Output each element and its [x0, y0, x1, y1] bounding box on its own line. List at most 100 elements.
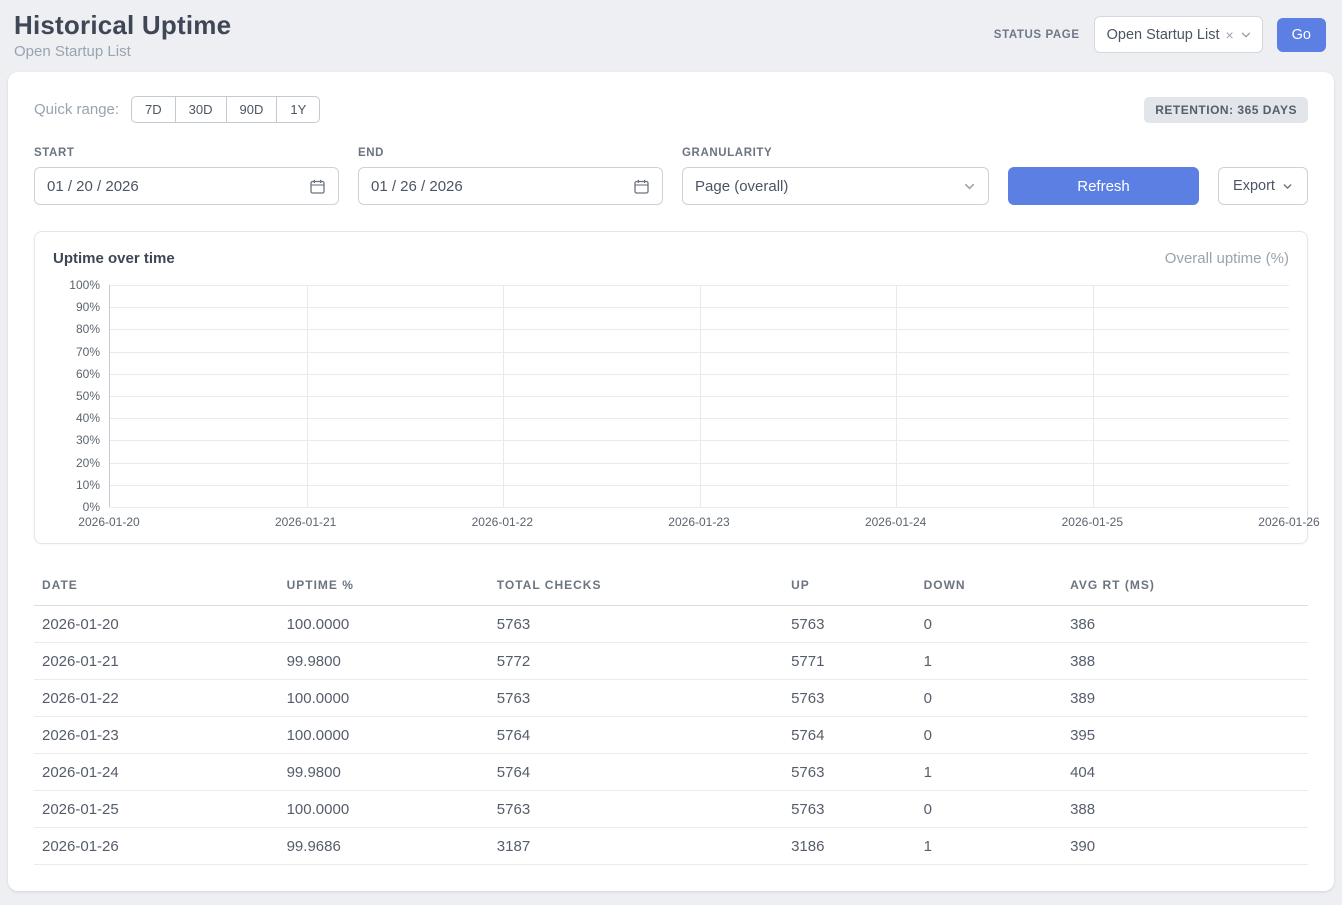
- granularity-field: GRANULARITY Page (overall): [682, 147, 989, 205]
- table-header-cell: UPTIME %: [279, 570, 489, 606]
- table-cell: 5764: [783, 717, 915, 754]
- y-tick-label: 40%: [76, 411, 100, 425]
- table-cell: 390: [1062, 828, 1308, 865]
- table-cell: 99.9800: [279, 643, 489, 680]
- table-row: 2026-01-22100.0000576357630389: [34, 680, 1308, 717]
- x-tick-label: 2026-01-25: [1062, 515, 1123, 529]
- table-cell: 1: [916, 754, 1063, 791]
- end-date-value: 01 / 26 / 2026: [371, 178, 463, 195]
- refresh-button[interactable]: Refresh: [1008, 167, 1199, 205]
- table-cell: 5763: [489, 606, 783, 643]
- chevron-down-icon: [963, 180, 976, 193]
- go-button[interactable]: Go: [1277, 18, 1326, 52]
- granularity-label: GRANULARITY: [682, 147, 989, 159]
- chart-title: Uptime over time: [53, 250, 175, 267]
- table-row: 2026-01-23100.0000576457640395: [34, 717, 1308, 754]
- start-date-value: 01 / 20 / 2026: [47, 178, 139, 195]
- table-cell: 2026-01-26: [34, 828, 279, 865]
- calendar-icon[interactable]: [633, 178, 650, 195]
- table-row: 2026-01-20100.0000576357630386: [34, 606, 1308, 643]
- end-field: END 01 / 26 / 2026: [358, 147, 663, 205]
- y-tick-label: 30%: [76, 433, 100, 447]
- chart-plot: [109, 285, 1289, 507]
- status-page-value: Open Startup List: [1107, 27, 1220, 43]
- y-tick-label: 70%: [76, 345, 100, 359]
- table-cell: 5763: [783, 606, 915, 643]
- quick-range-group: 7D30D90D1Y: [131, 96, 320, 123]
- y-tick-label: 0%: [83, 500, 100, 514]
- start-date-input[interactable]: 01 / 20 / 2026: [34, 167, 339, 205]
- granularity-value: Page (overall): [695, 178, 788, 195]
- gridline-v: [1093, 285, 1094, 507]
- table-cell: 100.0000: [279, 791, 489, 828]
- end-date-input[interactable]: 01 / 26 / 2026: [358, 167, 663, 205]
- retention-badge: RETENTION: 365 DAYS: [1144, 97, 1308, 123]
- table-cell: 388: [1062, 643, 1308, 680]
- quick-range-1y[interactable]: 1Y: [276, 96, 320, 123]
- quick-range-30d[interactable]: 30D: [175, 96, 227, 123]
- x-tick-label: 2026-01-21: [275, 515, 336, 529]
- calendar-icon[interactable]: [309, 178, 326, 195]
- y-tick-label: 60%: [76, 367, 100, 381]
- table-header-cell: DATE: [34, 570, 279, 606]
- quick-range-label: Quick range:: [34, 101, 119, 118]
- table-header-cell: UP: [783, 570, 915, 606]
- end-label: END: [358, 147, 663, 159]
- table-cell: 0: [916, 680, 1063, 717]
- chart-header: Uptime over time Overall uptime (%): [53, 250, 1289, 267]
- status-page-select[interactable]: Open Startup List ×: [1094, 16, 1263, 53]
- table-cell: 2026-01-24: [34, 754, 279, 791]
- gridline-v: [307, 285, 308, 507]
- x-tick-label: 2026-01-26: [1258, 515, 1319, 529]
- table-cell: 99.9686: [279, 828, 489, 865]
- granularity-select[interactable]: Page (overall): [682, 167, 989, 205]
- table-cell: 2026-01-21: [34, 643, 279, 680]
- table-cell: 2026-01-25: [34, 791, 279, 828]
- quick-range-7d[interactable]: 7D: [131, 96, 176, 123]
- y-tick-label: 80%: [76, 322, 100, 336]
- page-title: Historical Uptime: [14, 10, 231, 41]
- uptime-chart-card: Uptime over time Overall uptime (%) 100%…: [34, 231, 1308, 544]
- table-cell: 2026-01-22: [34, 680, 279, 717]
- start-label: START: [34, 147, 339, 159]
- table-cell: 1: [916, 828, 1063, 865]
- top-controls: STATUS PAGE Open Startup List × Go: [994, 16, 1326, 53]
- table-cell: 3186: [783, 828, 915, 865]
- quick-range-90d[interactable]: 90D: [226, 96, 278, 123]
- x-axis: 2026-01-202026-01-212026-01-222026-01-23…: [109, 507, 1289, 531]
- table-cell: 5771: [783, 643, 915, 680]
- table-cell: 3187: [489, 828, 783, 865]
- table-cell: 5772: [489, 643, 783, 680]
- export-button[interactable]: Export: [1218, 167, 1308, 205]
- table-cell: 0: [916, 606, 1063, 643]
- table-cell: 1: [916, 643, 1063, 680]
- x-tick-label: 2026-01-23: [668, 515, 729, 529]
- table-header-cell: DOWN: [916, 570, 1063, 606]
- x-tick-label: 2026-01-24: [865, 515, 926, 529]
- clear-icon[interactable]: ×: [1225, 27, 1233, 43]
- table-cell: 395: [1062, 717, 1308, 754]
- start-field: START 01 / 20 / 2026: [34, 147, 339, 205]
- table-row: 2026-01-25100.0000576357630388: [34, 791, 1308, 828]
- table-cell: 404: [1062, 754, 1308, 791]
- table-cell: 2026-01-20: [34, 606, 279, 643]
- export-label: Export: [1233, 178, 1275, 194]
- y-tick-label: 20%: [76, 456, 100, 470]
- filter-form: START 01 / 20 / 2026 END 01 / 26 / 2026: [34, 147, 1308, 205]
- table-cell: 100.0000: [279, 717, 489, 754]
- table-cell: 2026-01-23: [34, 717, 279, 754]
- table-cell: 5763: [783, 680, 915, 717]
- main-card: Quick range: 7D30D90D1Y RETENTION: 365 D…: [8, 72, 1334, 891]
- top-bar: Historical Uptime Open Startup List STAT…: [8, 0, 1334, 72]
- y-axis: 100%90%80%70%60%50%40%30%20%10%0%: [53, 285, 109, 507]
- gridline-v: [700, 285, 701, 507]
- chevron-down-icon: [1240, 29, 1252, 41]
- table-cell: 5764: [489, 754, 783, 791]
- table-cell: 5764: [489, 717, 783, 754]
- table-cell: 99.9800: [279, 754, 489, 791]
- table-cell: 0: [916, 717, 1063, 754]
- page: Historical Uptime Open Startup List STAT…: [0, 0, 1342, 905]
- chart-legend: Overall uptime (%): [1165, 250, 1289, 267]
- gridline-v: [503, 285, 504, 507]
- table-cell: 100.0000: [279, 680, 489, 717]
